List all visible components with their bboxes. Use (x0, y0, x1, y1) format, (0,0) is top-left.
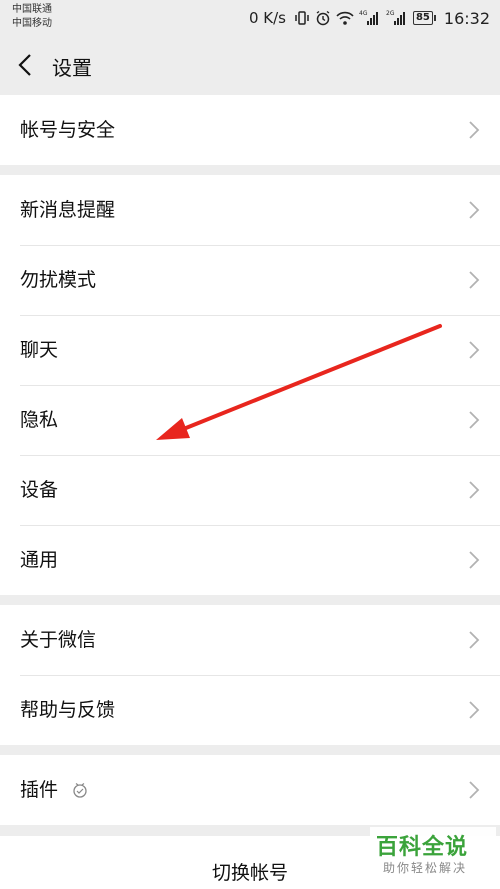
list-item-label: 隐私 (20, 409, 59, 431)
settings-group-plugins: 插件 (0, 755, 500, 825)
vibrate-icon (294, 10, 310, 26)
list-item-label: 通用 (20, 549, 59, 571)
chevron-right-icon (469, 411, 480, 429)
chevron-right-icon (469, 271, 480, 289)
clock: 16:32 (443, 8, 490, 28)
list-item-new-message-alerts[interactable]: 新消息提醒 (0, 175, 500, 245)
chevron-right-icon (469, 631, 480, 649)
chevron-right-icon (469, 481, 480, 499)
chevron-right-icon (469, 551, 480, 569)
list-item-account-security[interactable]: 帐号与安全 (0, 95, 500, 165)
net-speed: 0 K/s (248, 9, 286, 27)
list-item-label: 勿扰模式 (20, 269, 97, 291)
chevron-right-icon (469, 341, 480, 359)
list-item-privacy[interactable]: 隐私 (0, 385, 500, 455)
list-item-chats[interactable]: 聊天 (0, 315, 500, 385)
status-bar: 中国联通 中国移动 0 K/s 4G 2G 85 16:32 (0, 0, 500, 36)
settings-group-about: 关于微信 帮助与反馈 (0, 605, 500, 745)
chevron-right-icon (469, 781, 480, 799)
list-item-label: 关于微信 (20, 629, 97, 651)
watermark-logo: 百科全说 助你轻松解决 (370, 827, 496, 883)
list-item-label: 设备 (20, 479, 59, 501)
status-icons: 0 K/s 4G 2G 85 16:32 (249, 7, 490, 29)
settings-group-main: 新消息提醒 勿扰模式 聊天 隐私 设备 通用 (0, 175, 500, 595)
list-item-help-feedback[interactable]: 帮助与反馈 (0, 675, 500, 745)
list-item-do-not-disturb[interactable]: 勿扰模式 (0, 245, 500, 315)
watermark-sub: 助你轻松解决 (383, 861, 468, 875)
page-title: 设置 (52, 56, 92, 80)
chevron-right-icon (469, 201, 480, 219)
signal-4g-icon: 4G (359, 9, 381, 27)
wifi-icon (336, 10, 354, 26)
list-item-label: 新消息提醒 (20, 199, 116, 221)
list-item-plugins[interactable]: 插件 (0, 755, 500, 825)
carrier-2: 中国移动 (12, 18, 52, 29)
list-item-about-wechat[interactable]: 关于微信 (0, 605, 500, 675)
chevron-right-icon (469, 701, 480, 719)
net-tag-2: 2G (386, 10, 395, 17)
alarm-icon (315, 10, 331, 26)
watermark-main: 百科全说 (376, 835, 469, 860)
list-item-devices[interactable]: 设备 (0, 455, 500, 525)
settings-group-account: 帐号与安全 (0, 95, 500, 165)
chevron-right-icon (469, 121, 480, 139)
nav-header: 设置 (0, 36, 500, 94)
chevron-left-icon[interactable] (14, 52, 38, 78)
list-item-label: 帮助与反馈 (20, 699, 116, 721)
list-item-label: 帐号与安全 (20, 119, 116, 141)
battery-icon: 85 (412, 11, 436, 25)
signal-2g-icon: 2G (386, 9, 408, 27)
list-item-label: 插件 (20, 779, 59, 801)
list-item-general[interactable]: 通用 (0, 525, 500, 595)
carrier-1: 中国联通 (12, 4, 52, 15)
net-tag-1: 4G (359, 10, 368, 17)
plugin-icon (73, 783, 87, 798)
list-item-label: 聊天 (20, 339, 59, 361)
